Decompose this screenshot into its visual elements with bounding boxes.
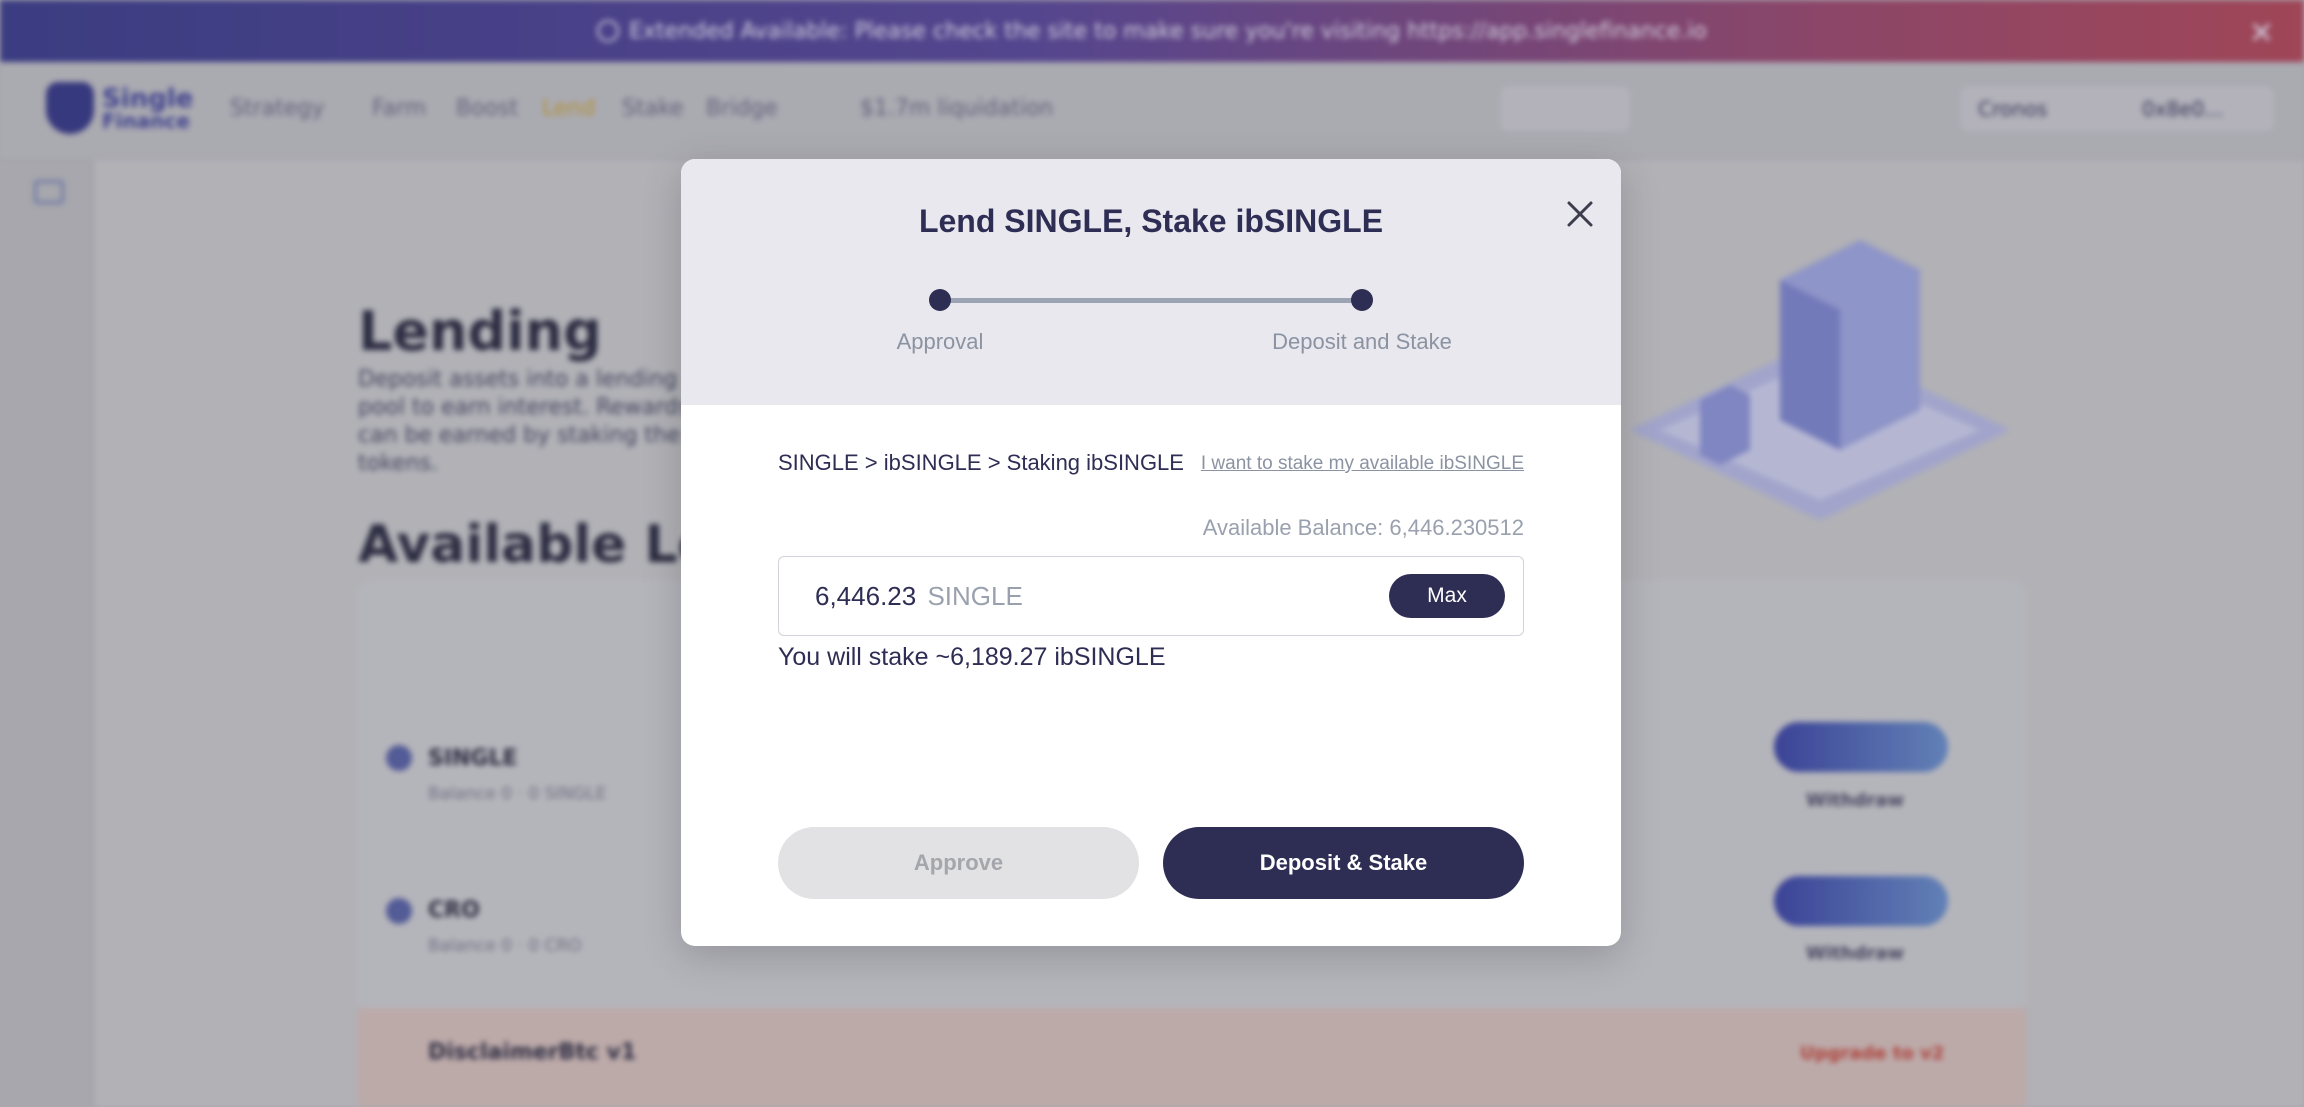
stake-available-link[interactable]: I want to stake my available ibSINGLE	[1201, 453, 1524, 475]
stepper-track	[940, 298, 1362, 303]
lend-stake-modal: Lend SINGLE, Stake ibSINGLE Approval Dep…	[681, 159, 1621, 946]
breadcrumb: SINGLE > ibSINGLE > Staking ibSINGLE	[778, 450, 1184, 475]
available-balance: Available Balance: 6,446.230512	[1203, 515, 1524, 541]
deposit-stake-button[interactable]: Deposit & Stake	[1163, 827, 1524, 899]
step-label-approval: Approval	[896, 329, 984, 354]
approve-button[interactable]: Approve	[778, 827, 1139, 899]
modal-header	[681, 159, 1621, 405]
amount-field[interactable]: 6,446.23 SINGLE	[815, 581, 1023, 612]
max-button[interactable]: Max	[1389, 574, 1505, 618]
amount-value: 6,446.23	[815, 581, 917, 611]
close-icon[interactable]	[1561, 195, 1599, 233]
amount-input[interactable]: 6,446.23 SINGLE Max	[778, 556, 1524, 636]
amount-unit: SINGLE	[927, 581, 1023, 611]
modal-title: Lend SINGLE, Stake ibSINGLE	[918, 203, 1384, 239]
balance-value: 6,446.230512	[1389, 515, 1524, 540]
stake-estimate: You will stake ~6,189.27 ibSINGLE	[778, 643, 1166, 671]
step-dot-approval	[929, 289, 951, 311]
step-label-deposit: Deposit and Stake	[1272, 329, 1452, 354]
step-dot-deposit	[1351, 289, 1373, 311]
balance-label: Available Balance:	[1202, 515, 1390, 540]
